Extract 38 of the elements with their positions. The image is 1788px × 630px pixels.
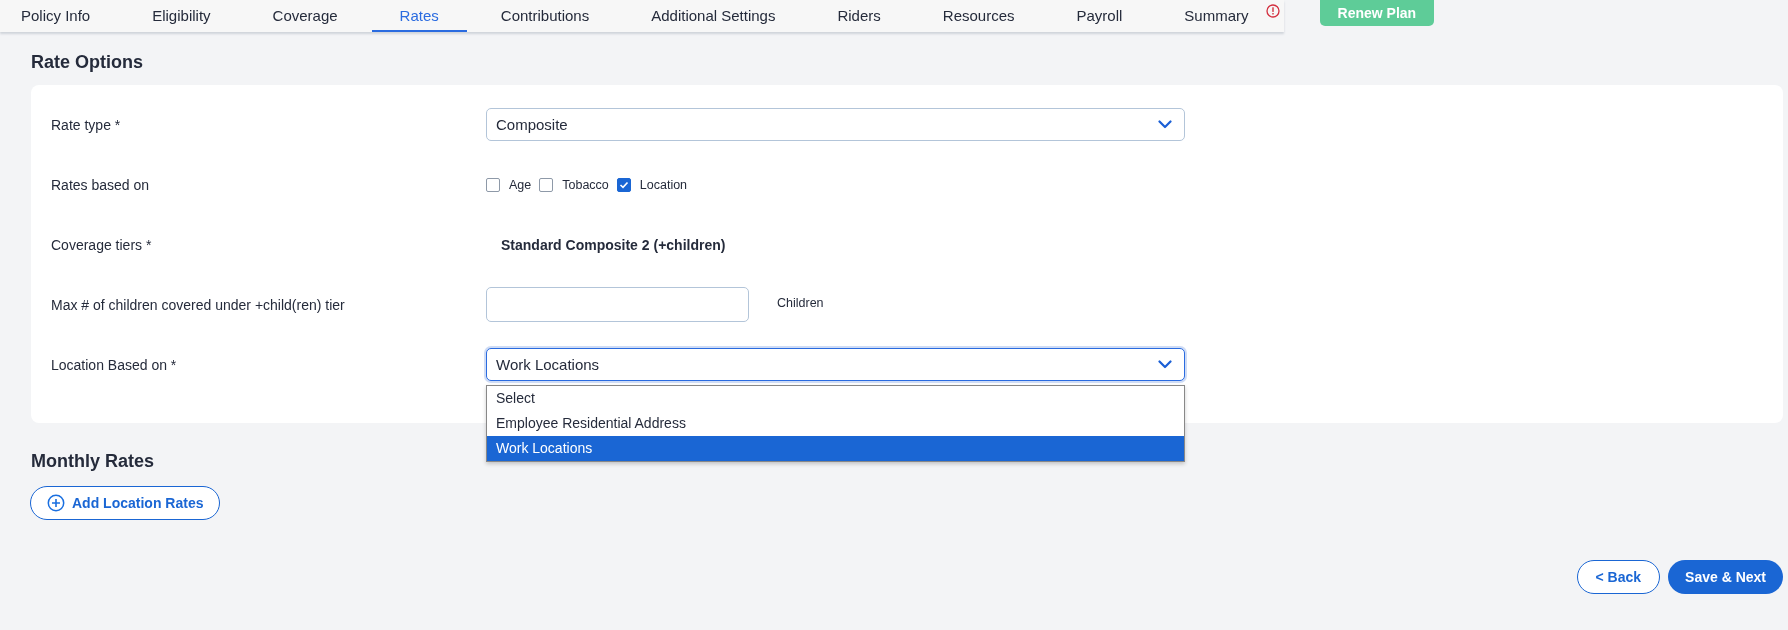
tab[interactable]: Rates — [371, 0, 467, 32]
checkbox[interactable] — [616, 177, 631, 192]
field-label: Rates based on — [51, 176, 151, 193]
plus-circle-icon — [47, 494, 65, 512]
chevron-down-icon — [1158, 360, 1172, 369]
dropdown-option[interactable]: Employee Residential Address — [487, 411, 1184, 436]
tab[interactable]: Resources — [914, 0, 1043, 32]
tab[interactable]: Contributions — [472, 0, 618, 32]
tab[interactable]: Eligibility — [124, 0, 239, 32]
tab[interactable]: Summary — [1156, 0, 1277, 32]
dropdown-option[interactable]: Work Locations — [487, 436, 1184, 461]
add-location-rates-button[interactable]: Add Location Rates — [30, 486, 221, 520]
unit-label: Children — [777, 295, 824, 310]
field-label: Coverage tiers * — [51, 236, 153, 253]
tab[interactable]: Policy Info — [0, 0, 119, 32]
section-title: Rate Options — [31, 52, 143, 73]
back-button[interactable]: < Back — [1576, 560, 1661, 594]
checkbox-label: Age — [509, 177, 532, 192]
field-label: Rate type * — [51, 116, 122, 133]
field-label: Location Based on * — [51, 356, 178, 373]
tab[interactable]: Riders — [809, 0, 909, 32]
chevron-down-icon — [1158, 120, 1172, 129]
checkmark-icon — [618, 180, 629, 189]
field-label: Max # of children covered under +child(ren) tier — [51, 296, 346, 313]
tab[interactable]: Additional Settings — [623, 0, 804, 32]
tab[interactable]: Payroll — [1048, 0, 1151, 32]
field-value: Standard Composite 2 (+children) — [501, 236, 726, 253]
select-field[interactable]: Work Locations — [486, 348, 1185, 381]
save-next-button[interactable]: Save & Next — [1668, 560, 1783, 594]
checkbox-label: Tobacco — [562, 177, 609, 192]
checkbox[interactable] — [539, 177, 554, 192]
tab[interactable]: Coverage — [244, 0, 366, 32]
section-title: Monthly Rates — [31, 451, 154, 472]
checkbox-label: Location — [639, 177, 688, 192]
checkbox[interactable] — [486, 177, 500, 192]
dropdown-option[interactable]: Select — [487, 386, 1184, 411]
select-field[interactable]: Composite — [486, 108, 1185, 141]
input-field[interactable] — [486, 287, 749, 322]
